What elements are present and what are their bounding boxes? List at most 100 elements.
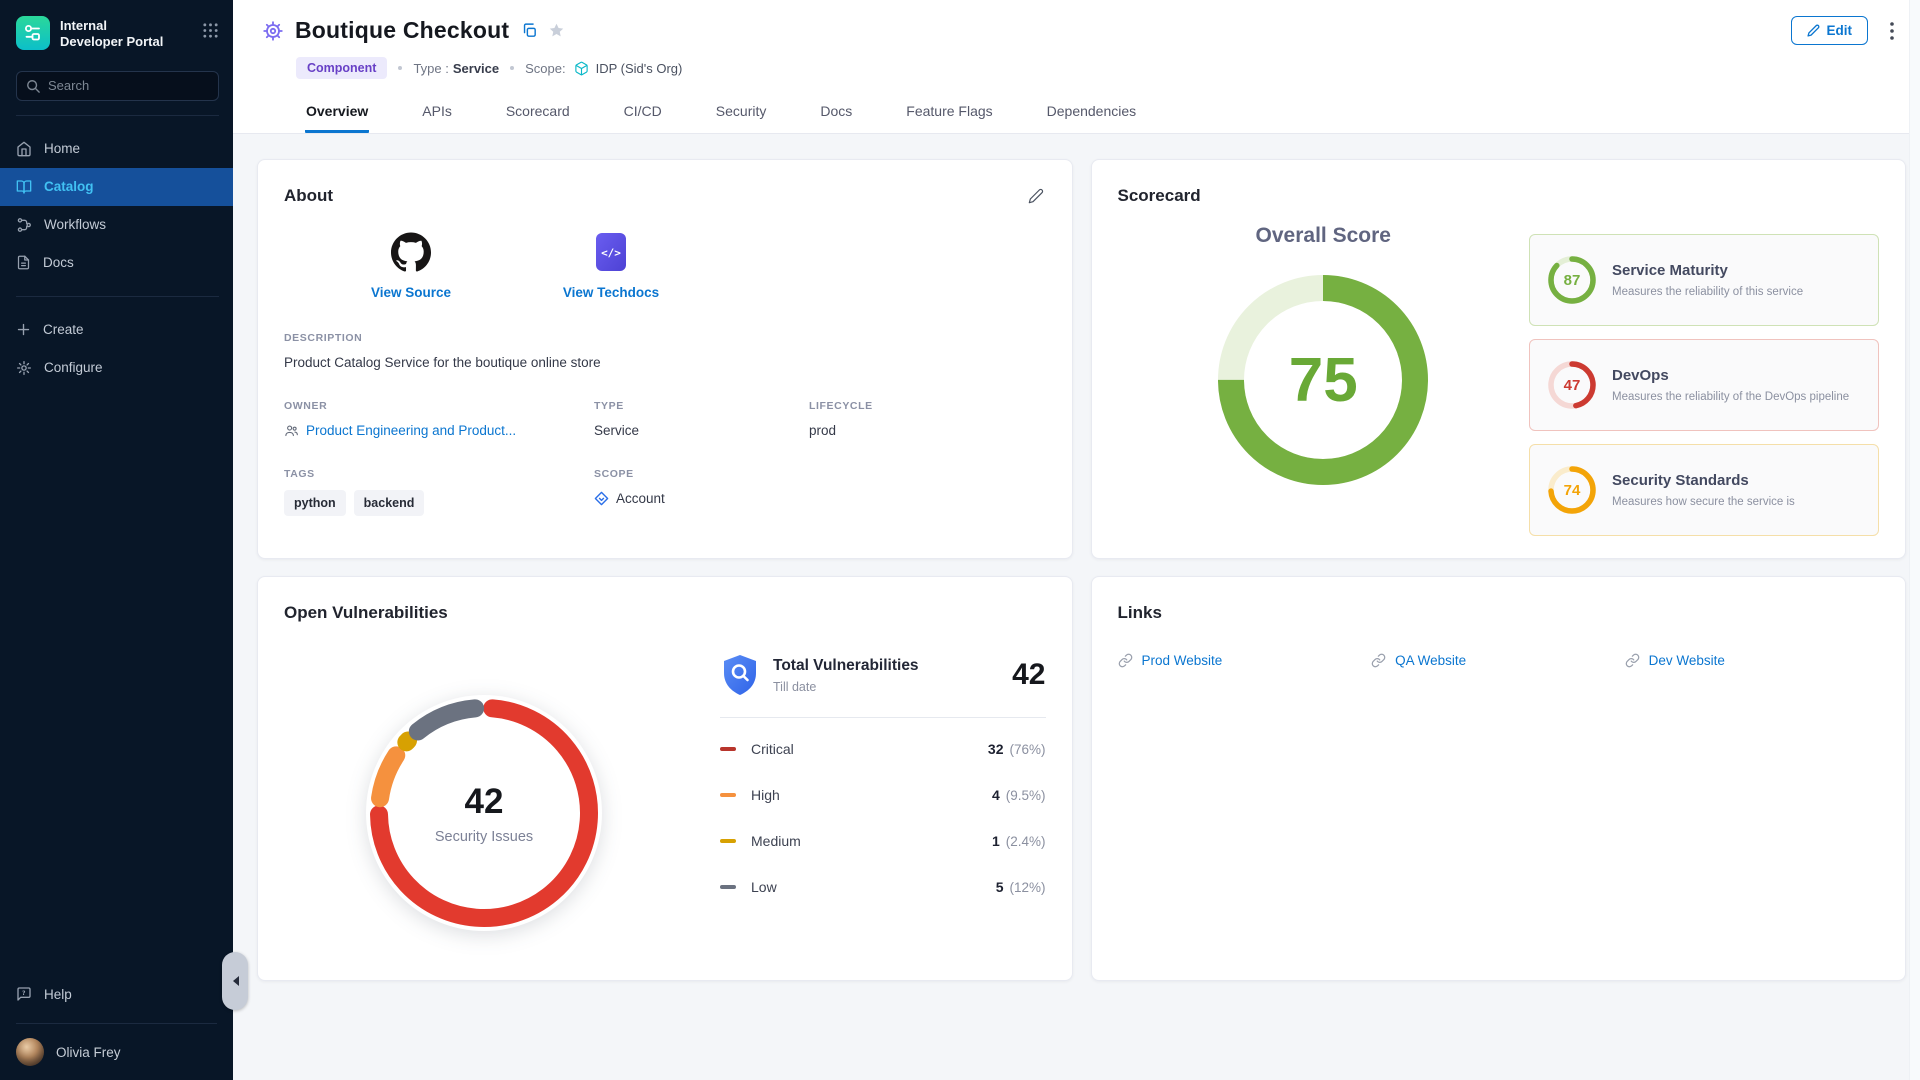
- docs-file-icon: [16, 255, 31, 270]
- link-prod-website[interactable]: Prod Website: [1118, 653, 1372, 668]
- search-box[interactable]: [16, 71, 219, 101]
- tab-scorecard[interactable]: Scorecard: [505, 93, 571, 133]
- about-edit-button[interactable]: [1026, 186, 1046, 206]
- security-issues-count: 42: [465, 782, 504, 822]
- sidebar-item-label: Workflows: [44, 217, 106, 232]
- type-label: TYPE: [594, 400, 809, 412]
- tags-label: TAGS: [284, 468, 594, 480]
- severity-row-critical: Critical 32(76%): [720, 726, 1046, 772]
- app-logo[interactable]: [16, 16, 50, 50]
- search-icon: [26, 79, 40, 93]
- severity-row-low: Low 5(12%): [720, 864, 1046, 910]
- view-techdocs-link[interactable]: </> View Techdocs: [526, 232, 696, 300]
- score-value: 87: [1546, 254, 1598, 306]
- score-name: Security Standards: [1612, 472, 1795, 489]
- more-options-button[interactable]: [1888, 20, 1896, 42]
- link-icon: [1118, 653, 1133, 668]
- vulnerabilities-card: Open Vulnerabilities 42 Security Issues: [257, 576, 1073, 981]
- portal-name: Internal Developer Portal: [60, 16, 163, 51]
- scrollbar-track[interactable]: [1909, 0, 1920, 1080]
- overall-score-value: 75: [1289, 345, 1358, 416]
- home-icon: [16, 141, 32, 157]
- tab-dependencies[interactable]: Dependencies: [1046, 93, 1138, 133]
- scorecard-title: Scorecard: [1118, 186, 1201, 206]
- edit-button-label: Edit: [1827, 23, 1853, 38]
- tab-security[interactable]: Security: [715, 93, 768, 133]
- avatar: [16, 1038, 44, 1066]
- scorecard-item-service-maturity[interactable]: 87 Service Maturity Measures the reliabi…: [1529, 234, 1879, 326]
- tab-overview[interactable]: Overview: [305, 93, 369, 133]
- description-value: Product Catalog Service for the boutique…: [284, 355, 1046, 370]
- vulnerabilities-donut: 42 Security Issues: [338, 667, 630, 959]
- scorecard-item-security-standards[interactable]: 74 Security Standards Measures how secur…: [1529, 444, 1879, 536]
- tab-bar: Overview APIs Scorecard CI/CD Security D…: [261, 93, 1896, 133]
- score-description: Measures how secure the service is: [1612, 496, 1795, 508]
- scorecard-item-devops[interactable]: 47 DevOps Measures the reliability of th…: [1529, 339, 1879, 431]
- favorite-star-button[interactable]: [546, 20, 567, 41]
- sidebar-item-workflows[interactable]: Workflows: [0, 206, 233, 244]
- severity-row-medium: Medium 1(2.4%): [720, 818, 1046, 864]
- severity-label: Medium: [751, 833, 801, 849]
- edit-button[interactable]: Edit: [1791, 16, 1869, 45]
- severity-dash: [720, 885, 736, 890]
- sidebar-nav: Home Catalog Workflows Docs: [0, 130, 233, 387]
- copy-name-button[interactable]: [519, 20, 540, 41]
- tab-docs[interactable]: Docs: [819, 93, 853, 133]
- tab-cicd[interactable]: CI/CD: [623, 93, 663, 133]
- sidebar-item-label: Home: [44, 141, 80, 156]
- sidebar-item-catalog[interactable]: Catalog: [0, 168, 233, 206]
- links-card: Links Prod Website: [1091, 576, 1907, 981]
- links-title: Links: [1118, 603, 1162, 623]
- shield-scan-icon: [720, 653, 760, 697]
- link-label: QA Website: [1395, 653, 1466, 668]
- link-icon: [1625, 653, 1640, 668]
- sidebar-item-create[interactable]: Create: [0, 311, 233, 349]
- team-icon: [284, 423, 299, 438]
- lifecycle-label: LIFECYCLE: [809, 400, 1046, 412]
- sidebar-collapse-button[interactable]: [222, 952, 248, 1010]
- owner-field: OWNER Product Engineering and Product...: [284, 400, 594, 438]
- score-value: 74: [1546, 464, 1598, 516]
- scope-value: Account: [616, 491, 665, 506]
- owner-link[interactable]: Product Engineering and Product...: [306, 423, 516, 438]
- severity-percent: (12%): [1009, 880, 1045, 895]
- svg-text:?: ?: [22, 990, 26, 997]
- scope-cube-icon: [574, 61, 589, 76]
- view-source-link[interactable]: View Source: [326, 232, 496, 300]
- sidebar-item-label: Help: [44, 987, 72, 1002]
- tag-chip[interactable]: backend: [354, 490, 425, 516]
- sidebar-item-configure[interactable]: Configure: [0, 349, 233, 387]
- score-description: Measures the reliability of the DevOps p…: [1612, 391, 1849, 403]
- sidebar: Internal Developer Portal: [0, 0, 233, 1080]
- type-label: Type :: [413, 61, 448, 76]
- tab-apis[interactable]: APIs: [421, 93, 453, 133]
- type-field: TYPE Service: [594, 400, 809, 438]
- overall-score-label: Overall Score: [1256, 224, 1391, 248]
- github-icon: [391, 232, 431, 272]
- workflows-icon: [16, 217, 32, 233]
- sidebar-item-home[interactable]: Home: [0, 130, 233, 168]
- pencil-icon: [1028, 188, 1044, 204]
- sidebar-item-label: Create: [43, 322, 84, 337]
- dot-separator: [510, 66, 514, 70]
- link-icon: [1371, 653, 1386, 668]
- sidebar-item-label: Docs: [43, 255, 74, 270]
- user-menu[interactable]: Olivia Frey: [0, 1028, 233, 1066]
- link-dev-website[interactable]: Dev Website: [1625, 653, 1879, 668]
- tag-chip[interactable]: python: [284, 490, 346, 516]
- tab-feature-flags[interactable]: Feature Flags: [905, 93, 993, 133]
- apps-grid-icon[interactable]: [202, 16, 219, 44]
- overall-score-donut: 75: [1207, 264, 1439, 496]
- sidebar-item-docs[interactable]: Docs: [0, 244, 233, 282]
- severity-label: Low: [751, 879, 777, 895]
- search-input[interactable]: [48, 78, 198, 93]
- score-description: Measures the reliability of this service: [1612, 286, 1803, 298]
- link-qa-website[interactable]: QA Website: [1371, 653, 1625, 668]
- severity-count: 32: [988, 741, 1004, 757]
- copy-icon: [521, 22, 538, 39]
- main-area: Boutique Checkout Edit: [233, 0, 1920, 1080]
- entity-meta-row: Component Type : Service Scope: IDP (Sid…: [296, 57, 1896, 79]
- severity-label: High: [751, 787, 780, 803]
- sidebar-item-help[interactable]: ? Help: [0, 975, 233, 1013]
- severity-label: Critical: [751, 741, 794, 757]
